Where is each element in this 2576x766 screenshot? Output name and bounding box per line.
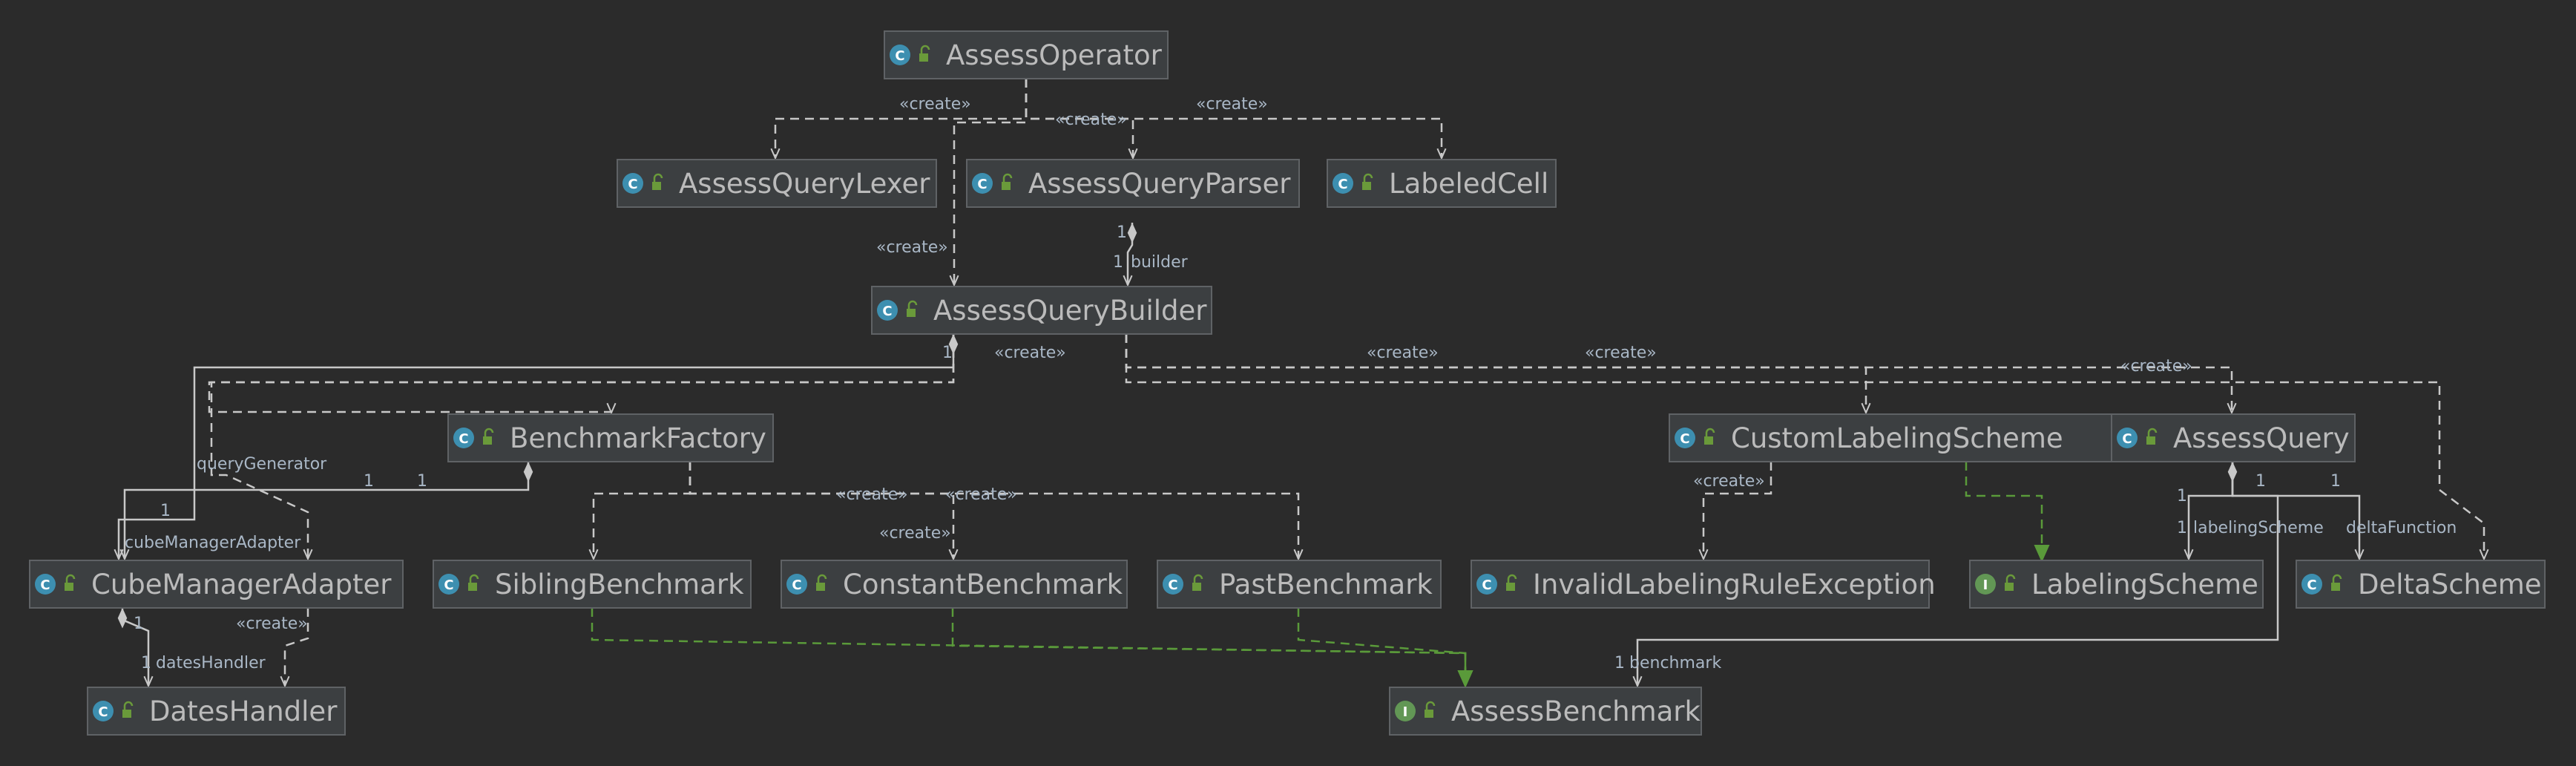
badge-glyph: C	[459, 431, 468, 447]
relation-implements-edge	[1965, 462, 2042, 560]
relation-create-edge	[775, 79, 1028, 158]
class-box-invalid-labeling-rule-exception[interactable]: C InvalidLabelingRuleException	[1471, 560, 1936, 609]
class-name: AssessQueryBuilder	[933, 295, 1207, 327]
relation-role: queryGenerator	[197, 455, 327, 474]
class-box-assess-query-builder[interactable]: C AssessQueryBuilder	[871, 286, 1212, 335]
class-box-labeling-scheme[interactable]: I LabelingScheme	[1969, 560, 2264, 609]
relation-mult-to: 1	[417, 472, 427, 491]
relation-label: «create»	[1367, 344, 1439, 362]
relation-label: «create»	[879, 524, 951, 543]
relation-mult-from: 1	[2177, 487, 2187, 505]
badge-glyph: C	[895, 48, 904, 64]
class-box-cube-manager-adapter[interactable]: C CubeManagerAdapter	[29, 560, 404, 609]
class-box-dates-handler[interactable]: C DatesHandler	[87, 687, 346, 736]
relation-create-edge	[594, 462, 691, 559]
class-box-assess-benchmark[interactable]: I AssessBenchmark	[1389, 687, 1702, 736]
relation-implements-edge	[591, 608, 1465, 686]
relation-implements-edge	[1297, 608, 1465, 686]
badge-glyph: C	[40, 577, 50, 593]
relation-mult-to: 1	[1614, 654, 1625, 672]
badge-glyph: C	[1168, 577, 1177, 593]
relation-mult-from: 1	[134, 615, 144, 633]
class-box-assess-operator[interactable]: C AssessOperator	[884, 30, 1169, 79]
badge-glyph: C	[2307, 577, 2316, 593]
relation-create-edge	[1125, 334, 1866, 413]
relation-mult-to: 1	[2255, 472, 2266, 491]
class-name: DatesHandler	[149, 695, 338, 727]
class-name: AssessQueryParser	[1028, 168, 1291, 200]
class-name: DeltaScheme	[2358, 569, 2542, 600]
badge-glyph: I	[1403, 704, 1408, 720]
relation-label: «create»	[994, 344, 1066, 362]
class-box-past-benchmark[interactable]: C PastBenchmark	[1157, 560, 1442, 609]
badge-glyph: C	[792, 577, 801, 593]
badge-glyph: C	[444, 577, 453, 593]
class-name: AssessQueryLexer	[679, 168, 930, 200]
relation-role: builder	[1131, 253, 1189, 272]
relation-mult-from: 1	[2330, 472, 2341, 491]
relation-role: labelingScheme	[2193, 519, 2324, 537]
relation-label: «create»	[945, 485, 1017, 504]
class-box-benchmark-factory[interactable]: C BenchmarkFactory	[447, 413, 774, 462]
class-box-sibling-benchmark[interactable]: C SiblingBenchmark	[433, 560, 752, 609]
relation-label: «create»	[836, 485, 908, 504]
class-name: PastBenchmark	[1219, 569, 1433, 600]
relation-mult-to: 1	[160, 502, 171, 520]
class-name: AssessBenchmark	[1451, 695, 1701, 727]
badge-glyph: C	[98, 704, 108, 720]
relation-mult-from: 1	[942, 344, 953, 362]
badge-glyph: C	[977, 177, 987, 192]
class-box-assess-query[interactable]: C AssessQuery	[2111, 413, 2356, 462]
badge-glyph: C	[628, 177, 637, 192]
class-name: BenchmarkFactory	[510, 422, 766, 454]
badge-glyph: C	[1680, 431, 1689, 447]
relation-create-edge	[689, 462, 953, 559]
relation-role: deltaFunction	[2346, 519, 2457, 537]
relation-label: «create»	[236, 615, 308, 633]
class-box-delta-scheme[interactable]: C DeltaScheme	[2296, 560, 2546, 609]
relation-label: «create»	[1196, 95, 1268, 114]
relation-label: «create»	[876, 238, 948, 257]
badge-glyph: C	[1338, 177, 1347, 192]
class-box-assess-query-parser[interactable]: C AssessQueryParser	[966, 159, 1300, 208]
relation-create-edge	[1125, 334, 2232, 413]
relation-create-edge	[689, 462, 1298, 559]
relation-mult-to: 1	[141, 654, 151, 672]
relation-label: «create»	[1055, 111, 1127, 129]
relation-mult-to: 1	[2177, 519, 2187, 537]
relation-mult-to: 1	[1113, 253, 1123, 272]
class-box-labeled-cell[interactable]: C LabeledCell	[1327, 159, 1557, 208]
relation-label: «create»	[2120, 357, 2192, 376]
class-name: ConstantBenchmark	[843, 569, 1123, 600]
uml-class-diagram: «create»«create»«create»«create»11 builde…	[29, 30, 2546, 736]
relation-mult-from: 1	[364, 472, 374, 491]
relation-mult-from: 1	[1117, 223, 1127, 242]
relation-role: benchmark	[1629, 654, 1721, 672]
class-name: AssessOperator	[946, 39, 1163, 71]
relation-create-edge	[208, 334, 955, 413]
class-box-constant-benchmark[interactable]: C ConstantBenchmark	[781, 560, 1128, 609]
class-name: AssessQuery	[2173, 422, 2350, 454]
badge-glyph: C	[1482, 577, 1491, 593]
relation-label: «create»	[899, 95, 971, 114]
class-name: CubeManagerAdapter	[91, 569, 392, 600]
relation-role: datesHandler	[156, 654, 266, 672]
relation-composition-edge	[2189, 462, 2232, 559]
class-box-custom-labeling-scheme[interactable]: C CustomLabelingScheme	[1669, 413, 2112, 462]
class-name: CustomLabelingScheme	[1731, 422, 2063, 454]
badge-glyph: C	[2122, 431, 2132, 447]
class-name: LabelingScheme	[2031, 569, 2258, 600]
badge-glyph: C	[882, 304, 892, 319]
class-name: LabeledCell	[1389, 168, 1548, 200]
class-name: SiblingBenchmark	[495, 569, 744, 600]
badge-glyph: I	[1983, 577, 1988, 593]
relation-label: «create»	[1693, 472, 1765, 491]
relation-role: cubeManagerAdapter	[125, 534, 301, 552]
class-box-assess-query-lexer[interactable]: C AssessQueryLexer	[617, 159, 937, 208]
relation-label: «create»	[1585, 344, 1657, 362]
class-name: InvalidLabelingRuleException	[1533, 569, 1936, 600]
